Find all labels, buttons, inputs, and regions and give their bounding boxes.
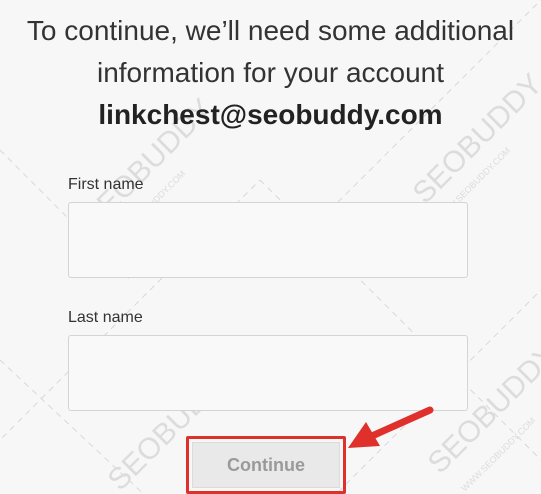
- account-email: linkchest@seobuddy.com: [98, 99, 443, 130]
- last-name-label: Last name: [68, 309, 143, 326]
- title-line-2: information for your account: [96, 57, 445, 88]
- arrow-pointing-left-icon: [348, 406, 434, 448]
- first-name-input[interactable]: [68, 202, 468, 278]
- continue-button[interactable]: Continue: [192, 442, 340, 488]
- first-name-label: First name: [68, 176, 144, 193]
- account-info-page: SEOBUDDY WWW.SEOBUDDY.COM SEOBUDDY WWW.S…: [0, 0, 541, 494]
- title-line-1: To continue, we’ll need some additional: [26, 15, 515, 46]
- watermark-url-4: WWW.SEOBUDDY.COM: [459, 415, 537, 493]
- last-name-input[interactable]: [68, 335, 468, 411]
- page-title: To continue, we’ll need some additional …: [0, 10, 541, 136]
